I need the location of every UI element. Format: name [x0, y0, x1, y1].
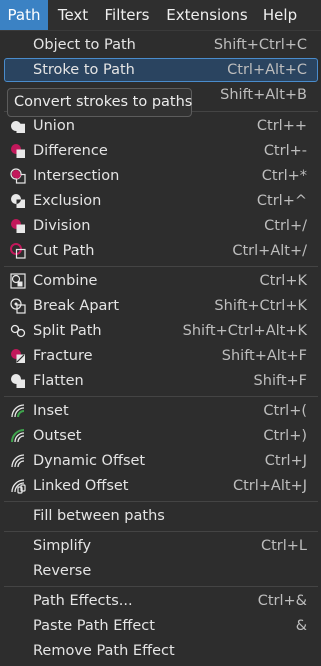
- separator: [4, 396, 318, 397]
- menu-label: Split Path: [33, 323, 102, 339]
- combine-icon: [10, 273, 26, 289]
- menu-shortcut: Shift+Alt+F: [221, 348, 307, 364]
- menu-shortcut: Ctrl+^: [256, 193, 307, 209]
- menubar-filters[interactable]: Filters: [96, 0, 158, 30]
- tooltip: Convert strokes to paths: [7, 88, 192, 117]
- menubar-extensions[interactable]: Extensions: [160, 0, 254, 30]
- menu-label: Fill between paths: [33, 508, 165, 524]
- menu-label: Difference: [33, 143, 108, 159]
- menu-shortcut: Ctrl+): [263, 428, 307, 444]
- menu-item-outset[interactable]: Outset Ctrl+): [4, 424, 318, 448]
- intersection-icon: [10, 168, 26, 184]
- menu-item-reverse[interactable]: Reverse: [4, 559, 318, 583]
- menu-item-path-effects[interactable]: Path Effects... Ctrl+&: [4, 589, 318, 613]
- menubar-text[interactable]: Text: [50, 0, 96, 30]
- menu-label: Dynamic Offset: [33, 453, 146, 469]
- split-path-icon: [10, 323, 26, 339]
- menu-label: Stroke to Path: [33, 62, 135, 78]
- menu-item-dynamic-offset[interactable]: Dynamic Offset Ctrl+J: [4, 449, 318, 473]
- menu-item-division[interactable]: Division Ctrl+/: [4, 214, 318, 238]
- menu-item-combine[interactable]: Combine Ctrl+K: [4, 269, 318, 293]
- menu-label: Division: [33, 218, 91, 234]
- inset-icon: [10, 403, 26, 419]
- menu-item-break-apart[interactable]: Break Apart Shift+Ctrl+K: [4, 294, 318, 318]
- menu-label: Paste Path Effect: [33, 618, 155, 634]
- menu-label: Object to Path: [33, 37, 136, 53]
- menu-item-intersection[interactable]: Intersection Ctrl+*: [4, 164, 318, 188]
- menu-shortcut: Shift+Alt+B: [220, 87, 307, 103]
- separator: [4, 531, 318, 532]
- menu-item-fill-between-paths[interactable]: Fill between paths: [4, 504, 318, 528]
- menu-item-flatten[interactable]: Flatten Shift+F: [4, 369, 318, 393]
- menu-shortcut: Ctrl+*: [261, 168, 307, 184]
- menubar-help[interactable]: Help: [256, 0, 304, 30]
- menu-item-paste-path-effect[interactable]: Paste Path Effect &: [4, 614, 318, 638]
- menu-shortcut: Shift+Ctrl+K: [214, 298, 307, 314]
- difference-icon: [10, 143, 26, 159]
- menu-item-exclusion[interactable]: Exclusion Ctrl+^: [4, 189, 318, 213]
- division-icon: [10, 218, 26, 234]
- menu-shortcut: &: [295, 618, 307, 634]
- menu-item-split-path[interactable]: Split Path Shift+Ctrl+Alt+K: [4, 319, 318, 343]
- menu-shortcut: Ctrl+-: [263, 143, 307, 159]
- fracture-icon: [10, 348, 26, 364]
- menu-shortcut: Shift+F: [253, 373, 307, 389]
- menu-item-difference[interactable]: Difference Ctrl+-: [4, 139, 318, 163]
- menu-shortcut: Ctrl+J: [264, 453, 307, 469]
- menu-label: Reverse: [33, 563, 92, 579]
- menu-item-cut-path[interactable]: Cut Path Ctrl+Alt+/: [4, 239, 318, 263]
- menu-shortcut: Ctrl+&: [257, 593, 307, 609]
- menu-shortcut: Ctrl+(: [263, 403, 307, 419]
- break-apart-icon: [10, 298, 26, 314]
- menu-label: Fracture: [33, 348, 93, 364]
- separator: [4, 586, 318, 587]
- menu-item-stroke-to-path[interactable]: Stroke to Path Ctrl+Alt+C: [4, 58, 318, 82]
- menu-shortcut: Shift+Ctrl+C: [213, 37, 307, 53]
- menu-shortcut: Ctrl+K: [259, 273, 307, 289]
- menu-item-object-to-path[interactable]: Object to Path Shift+Ctrl+C: [4, 33, 318, 57]
- path-menu-dropdown: Object to Path Shift+Ctrl+C Stroke to Pa…: [0, 30, 321, 666]
- menu-label: Combine: [33, 273, 98, 289]
- menu-shortcut: Ctrl+Alt+C: [227, 62, 307, 78]
- menu-label: Union: [33, 118, 75, 134]
- menu-label: Outset: [33, 428, 82, 444]
- menu-item-simplify[interactable]: Simplify Ctrl+L: [4, 534, 318, 558]
- separator: [4, 501, 318, 502]
- linked-offset-icon: [10, 478, 26, 494]
- menu-label: Inset: [33, 403, 69, 419]
- dynamic-offset-icon: [10, 453, 26, 469]
- union-icon: [10, 118, 26, 134]
- menu-item-remove-path-effect[interactable]: Remove Path Effect: [4, 639, 318, 663]
- menu-label: Linked Offset: [33, 478, 129, 494]
- menubar-path[interactable]: Path: [0, 0, 48, 30]
- menu-label: Intersection: [33, 168, 120, 184]
- menu-item-linked-offset[interactable]: Linked Offset Ctrl+Alt+J: [4, 474, 318, 498]
- exclusion-icon: [10, 193, 26, 209]
- cut-path-icon: [10, 243, 26, 259]
- menu-shortcut: Ctrl+L: [260, 538, 307, 554]
- menu-item-inset[interactable]: Inset Ctrl+(: [4, 399, 318, 423]
- menu-label: Path Effects...: [33, 593, 133, 609]
- menu-shortcut: Ctrl++: [256, 118, 307, 134]
- menubar: Path Text Filters Extensions Help: [0, 0, 321, 30]
- outset-icon: [10, 428, 26, 444]
- flatten-icon: [10, 373, 26, 389]
- menu-item-union[interactable]: Union Ctrl++: [4, 114, 318, 138]
- menu-label: Simplify: [33, 538, 92, 554]
- menu-shortcut: Ctrl+Alt+/: [232, 243, 307, 259]
- menu-label: Cut Path: [33, 243, 95, 259]
- separator: [4, 266, 318, 267]
- menu-label: Remove Path Effect: [33, 643, 175, 659]
- menu-shortcut: Ctrl+/: [264, 218, 307, 234]
- menu-item-fracture[interactable]: Fracture Shift+Alt+F: [4, 344, 318, 368]
- menu-shortcut: Ctrl+Alt+J: [232, 478, 307, 494]
- menu-label: Exclusion: [33, 193, 102, 209]
- menu-label: Break Apart: [33, 298, 120, 314]
- menu-shortcut: Shift+Ctrl+Alt+K: [182, 323, 307, 339]
- menu-label: Flatten: [33, 373, 84, 389]
